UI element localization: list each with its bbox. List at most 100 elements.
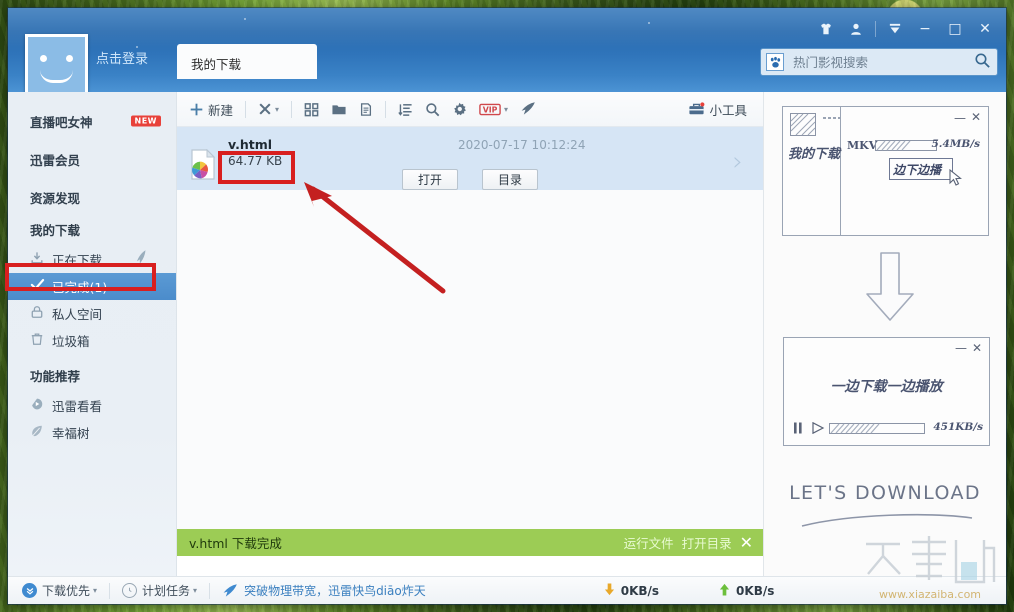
avatar-mouth [40,70,73,83]
sketch-thumbnail-icon [790,113,820,139]
maximize-button[interactable]: □ [940,17,970,41]
toolbar-right: 小工具 [682,96,753,122]
window-body: 直播吧女神 NEW 迅雷会员 资源发现 我的下载 正在下载 [8,92,1006,576]
sketch-progress-bar [875,140,937,151]
downloads-panel: 新建 ▾ [177,92,763,576]
schedule-task-button[interactable]: 计划任务 ▾ [114,580,205,602]
schedule-task-label: 计划任务 [142,582,190,599]
download-icon [30,251,52,269]
sidebar-item-downloading[interactable]: 正在下载 [8,246,176,273]
open-file-button[interactable]: 打开 [402,169,458,190]
play-shield-icon [30,397,52,415]
sort-button[interactable] [392,96,419,122]
mini-tools-label: 小工具 [709,100,747,119]
download-priority-label: 下载优先 [42,582,90,599]
upload-speed-indicator: 0KB/s [719,583,774,599]
bandwidth-promo-link[interactable]: 突破物理带宽，迅雷快鸟diāo炸天 [214,580,434,602]
main-menu-icon[interactable] [880,17,910,41]
html-file-icon [190,149,216,180]
sidebar-item-discover[interactable]: 资源发现 [8,178,176,216]
sketch-speed-label: 5.4MB/s [931,138,980,150]
sidebar-item-trash[interactable]: 垃圾箱 [8,327,176,354]
sidebar-item-completed[interactable]: 已完成(1) [8,273,176,300]
file-date: 2020-07-17 10:12:24 [458,138,585,152]
user-icon[interactable] [841,17,871,41]
vip-button[interactable]: VIP ▾ [473,96,514,122]
skin-icon[interactable] [811,17,841,41]
close-icon[interactable]: ✕ [740,533,753,552]
search-box[interactable] [760,48,998,76]
paw-icon [766,53,784,71]
settings-button[interactable] [446,96,473,122]
grid-view-button[interactable] [298,96,325,122]
download-priority-button[interactable]: 下载优先 ▾ [14,580,105,602]
sidebar-item-label: 直播吧女神 [30,112,93,131]
run-file-link[interactable]: 运行文件 [624,533,674,552]
chevron-down-icon[interactable]: ▾ [93,586,97,595]
sketch-player-speed: 451KB/s [933,421,983,433]
avatar-eye-right [66,55,73,62]
sidebar-item-vip[interactable]: 迅雷会员 [8,140,176,178]
bandwidth-promo-text: 突破物理带宽，迅雷快鸟diāo炸天 [244,582,426,599]
chevron-down-icon[interactable]: ▾ [504,105,508,114]
login-link[interactable]: 点击登录 [96,48,148,67]
title-bar: 点击登录 − □ ✕ 我的下载 [8,8,1006,92]
sidebar-item-label: 已完成(1) [52,277,107,296]
minimize-button[interactable]: − [910,17,940,41]
status-divider [209,583,210,599]
sidebar-item-private-space[interactable]: 私人空间 [8,300,176,327]
new-badge: NEW [131,116,161,127]
mini-tools-button[interactable]: 小工具 [682,96,753,122]
table-row[interactable]: v.html 64.77 KB 2020-07-17 10:12:24 打开 目… [177,127,763,191]
open-directory-button[interactable]: 目录 [482,169,538,190]
sidebar-item-kankan[interactable]: 迅雷看看 [8,392,176,419]
sidebar-group-downloads: 我的下载 [8,216,176,246]
delete-button[interactable]: ▾ [252,96,285,122]
sidebar-item-goddess[interactable]: 直播吧女神 NEW [8,102,176,140]
sidebar-item-label: 垃圾箱 [52,331,90,350]
notice-actions: 运行文件 打开目录 ✕ [624,533,763,552]
search-input[interactable] [791,54,967,71]
tab-my-downloads[interactable]: 我的下载 [177,44,317,79]
avatar[interactable] [25,34,88,92]
search-icon[interactable] [967,52,997,73]
lock-icon [30,305,52,323]
slogan-underline [800,510,975,530]
accelerator-button[interactable] [514,96,542,122]
plus-icon [189,102,204,117]
new-task-button[interactable]: 新建 [183,96,239,122]
xunlei-main-window: 点击登录 − □ ✕ 我的下载 [8,8,1006,604]
sketch-minimize-icon: — [955,341,967,355]
down-arrow-icon [860,252,920,324]
chevron-down-icon[interactable]: ▾ [275,105,279,114]
sketch-close-icon: ✕ [971,110,981,124]
sidebar-item-happy-tree[interactable]: 幸福树 [8,419,176,446]
sketch-progress-bar [829,423,925,434]
avatar-eye-left [40,55,47,62]
sidebar-item-label: 资源发现 [30,188,80,207]
document-icon [359,102,373,117]
sketch-window-player: — ✕ 一边下载一边播放 451KB/s [783,337,990,446]
sidebar-group-features: 功能推荐 [8,362,176,392]
sketch-label-dashes [823,115,845,121]
file-list-button[interactable] [353,96,379,122]
toolbox-icon [688,101,705,117]
double-chevron-down-icon [22,583,37,598]
sketch-play-button: 边下边播 [889,158,953,180]
gear-icon [452,102,467,117]
tab-label: 我的下载 [191,54,241,73]
chevron-down-icon[interactable]: ▾ [193,586,197,595]
rocket-icon[interactable] [132,248,153,271]
sidebar-item-label: 正在下载 [52,250,102,269]
sidebar-item-label: 私人空间 [52,304,102,323]
open-dir-link[interactable]: 打开目录 [682,533,732,552]
sidebar-item-label: 迅雷看看 [52,396,102,415]
x-icon [258,102,272,116]
status-bar: 下载优先 ▾ 计划任务 ▾ 突破物理带宽，迅雷快鸟diāo炸天 0KB/s [8,576,1006,604]
close-button[interactable]: ✕ [970,17,1000,41]
promotional-panel[interactable]: 我的下载 — ✕ MKV 5.4MB/s 边下边播 [763,92,1006,576]
up-arrow-icon [719,583,730,599]
chevron-right-icon[interactable]: › [733,147,743,177]
folder-button[interactable] [325,96,353,122]
search-button[interactable] [419,96,446,122]
